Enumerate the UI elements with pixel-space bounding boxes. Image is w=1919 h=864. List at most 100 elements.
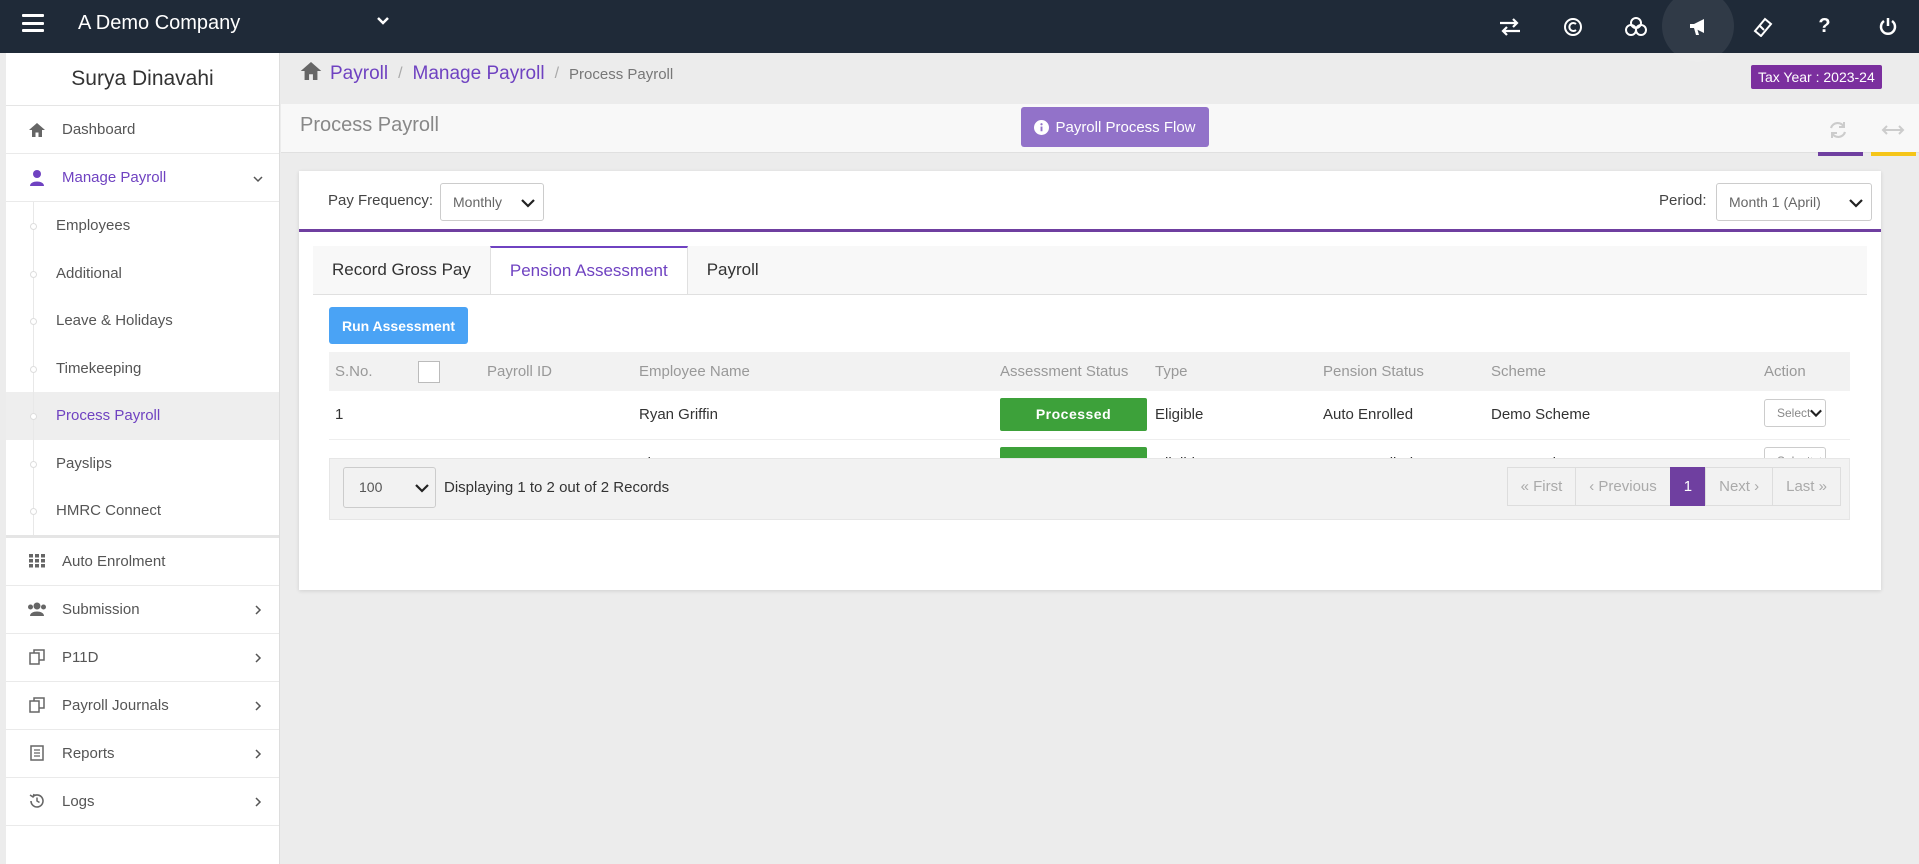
sidebar-item-label: Logs [62, 792, 95, 810]
cell-employee-name: Ryan Griffin [639, 406, 718, 424]
tab-record-gross-pay[interactable]: Record Gross Pay [313, 246, 490, 294]
breadcrumb: Payroll / Manage Payroll / Process Payro… [300, 62, 673, 86]
cell-pension-status: Auto Enrolled [1323, 406, 1414, 424]
refresh-icon[interactable] [1828, 120, 1848, 140]
page-1-button[interactable]: 1 [1669, 467, 1707, 506]
sidebar: Surya Dinavahi Dashboard Manage Payroll … [6, 53, 280, 864]
announcement-icon[interactable] [1662, 0, 1734, 62]
chevron-down-icon [1849, 199, 1863, 208]
sidebar-item-logs[interactable]: Logs [6, 778, 279, 826]
copy-icon [26, 697, 48, 713]
page-size-select[interactable]: 100 [343, 467, 436, 508]
sidebar-item-p11d[interactable]: P11D [6, 634, 279, 682]
page-size-value: 100 [359, 479, 383, 495]
first-page-button[interactable]: « First [1506, 467, 1577, 506]
sidebar-item-label: P11D [62, 648, 99, 666]
modules-icon[interactable] [1604, 0, 1667, 53]
menu-toggle-icon[interactable] [22, 14, 44, 32]
sidebar-item-employees[interactable]: Employees [6, 202, 279, 250]
next-page-button[interactable]: Next › [1705, 467, 1774, 506]
tab-payroll[interactable]: Payroll [688, 246, 778, 294]
sidebar-item-label: Submission [62, 600, 140, 618]
sidebar-item-label: Payroll Journals [62, 696, 169, 714]
user-icon [26, 169, 48, 186]
pagination-bar: 100 Displaying 1 to 2 out of 2 Records «… [329, 458, 1850, 520]
company-dropdown-chevron-icon[interactable] [376, 14, 390, 28]
pension-assessment-panel: Run Assessment S.No. Payroll ID Employee… [313, 294, 1867, 573]
sidebar-item-label: Manage Payroll [62, 169, 167, 186]
sidebar-item-hmrc-connect[interactable]: HMRC Connect [6, 487, 279, 535]
tab-pension-assessment[interactable]: Pension Assessment [489, 246, 688, 294]
sidebar-item-payroll-journals[interactable]: Payroll Journals [6, 682, 279, 730]
chevron-right-icon [255, 748, 262, 759]
col-sno[interactable]: S.No. [329, 352, 412, 391]
action-select-value: Select [1777, 405, 1811, 420]
cell-scheme: Demo Scheme [1491, 406, 1591, 424]
page-title: Process Payroll [300, 114, 439, 136]
sidebar-item-additional[interactable]: Additional [6, 249, 279, 298]
col-assessment-status[interactable]: Assessment Status [994, 352, 1149, 391]
cell-type: Eligible [1155, 406, 1204, 424]
top-bar: A Demo Company ? [0, 0, 1919, 62]
manage-payroll-submenu: Employees Additional Leave & Holidays Ti… [6, 202, 279, 538]
breadcrumb-current: Process Payroll [569, 65, 674, 83]
previous-page-button[interactable]: ‹ Previous [1575, 467, 1671, 506]
copy-icon [26, 649, 48, 665]
run-assessment-button[interactable]: Run Assessment [329, 307, 468, 344]
sidebar-item-leave-holidays[interactable]: Leave & Holidays [6, 297, 279, 345]
copyright-icon[interactable] [1541, 0, 1604, 53]
refresh-indicator-line [1818, 152, 1863, 156]
sidebar-item-auto-enrolment[interactable]: Auto Enrolment [6, 538, 279, 586]
cell-checkbox [412, 391, 481, 439]
pay-frequency-label: Pay Frequency: [328, 192, 434, 209]
sidebar-item-label: Reports [62, 744, 115, 762]
sidebar-item-submission[interactable]: Submission [6, 586, 279, 634]
power-icon[interactable] [1856, 0, 1919, 53]
period-value: Month 1 (April) [1729, 194, 1821, 210]
cell-action: Select [1758, 391, 1850, 439]
payroll-process-flow-button[interactable]: Payroll Process Flow [1021, 107, 1209, 147]
flow-button-label: Payroll Process Flow [1055, 118, 1196, 136]
info-icon [1034, 119, 1050, 135]
action-select[interactable]: Select [1764, 398, 1826, 427]
sidebar-item-payslips[interactable]: Payslips [6, 439, 279, 488]
select-all-checkbox[interactable] [418, 360, 440, 383]
col-employee-name[interactable]: Employee Name [633, 352, 994, 391]
breadcrumb-manage-payroll[interactable]: Manage Payroll [413, 63, 545, 85]
expand-horizontal-icon[interactable] [1881, 120, 1905, 140]
col-type[interactable]: Type [1149, 352, 1317, 391]
sidebar-item-timekeeping[interactable]: Timekeeping [6, 344, 279, 393]
last-page-button[interactable]: Last » [1772, 467, 1841, 506]
swap-icon[interactable] [1478, 0, 1541, 53]
company-name[interactable]: A Demo Company [78, 12, 240, 35]
col-pension-status[interactable]: Pension Status [1317, 352, 1485, 391]
help-icon[interactable]: ? [1793, 0, 1856, 53]
col-payroll-id[interactable]: Payroll ID [481, 352, 633, 391]
chevron-down-icon [1810, 409, 1822, 417]
pay-frequency-select[interactable]: Monthly [440, 183, 544, 221]
chevron-right-icon [255, 700, 262, 711]
sidebar-item-process-payroll[interactable]: Process Payroll [6, 392, 279, 440]
sidebar-item-manage-payroll[interactable]: Manage Payroll [6, 154, 279, 202]
breadcrumb-separator: / [398, 65, 403, 82]
home-icon[interactable] [300, 62, 322, 86]
period-select[interactable]: Month 1 (April) [1716, 183, 1872, 221]
table-row: 1 Ryan Griffin Processed Eligible Auto E… [329, 391, 1850, 439]
users-icon [26, 602, 48, 616]
status-badge: Processed [1000, 398, 1147, 432]
col-scheme[interactable]: Scheme [1485, 352, 1758, 391]
top-icon-bar: ? [1478, 0, 1919, 62]
ticket-icon[interactable] [1730, 0, 1793, 53]
sidebar-item-dashboard[interactable]: Dashboard [6, 106, 279, 154]
report-icon [26, 745, 48, 761]
grid-icon [26, 554, 48, 568]
sidebar-item-reports[interactable]: Reports [6, 730, 279, 778]
history-icon [26, 793, 48, 809]
period-label: Period: [1659, 192, 1707, 209]
cell-payroll-id [481, 391, 633, 439]
sidebar-item-label: Dashboard [62, 121, 136, 138]
table-header-row: S.No. Payroll ID Employee Name Assessmen… [329, 352, 1850, 391]
breadcrumb-payroll[interactable]: Payroll [330, 63, 388, 85]
chevron-right-icon [255, 604, 262, 615]
tab-container: Record Gross Pay Pension Assessment Payr… [313, 246, 1867, 573]
